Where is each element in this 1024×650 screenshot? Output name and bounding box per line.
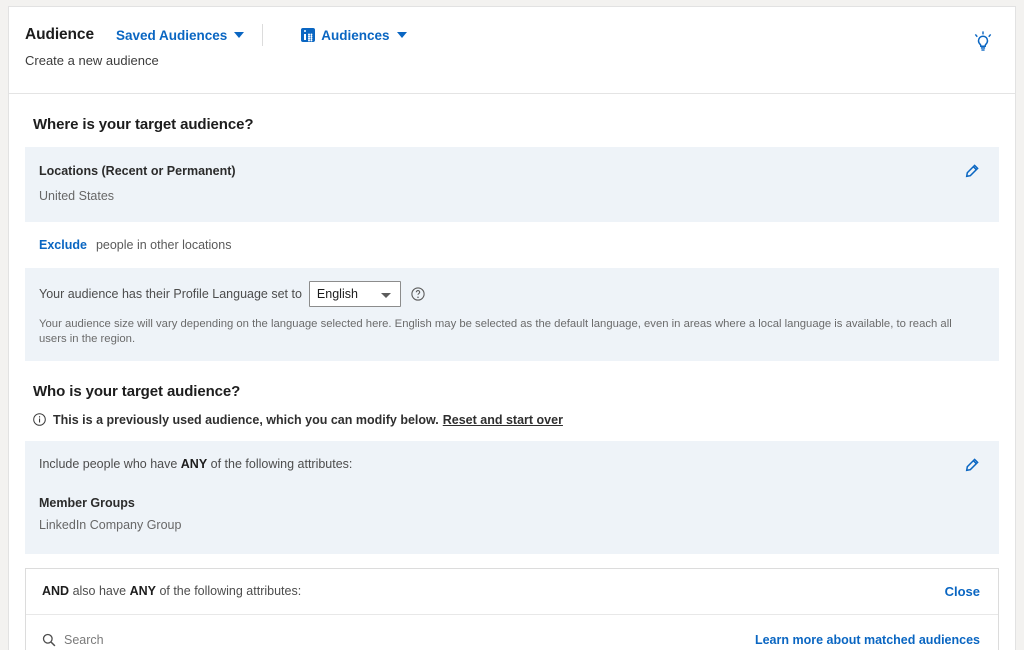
and-mid: also have [69, 584, 129, 598]
saved-audiences-dropdown[interactable]: Saved Audiences [116, 28, 244, 43]
question-circle-icon[interactable] [411, 287, 425, 301]
app-root: Audience Saved Audiences Audiences Creat… [0, 0, 1024, 650]
previous-audience-notice: This is a previously used audience, whic… [33, 413, 999, 427]
header-subtitle: Create a new audience [9, 41, 1015, 68]
language-row: Your audience has their Profile Language… [39, 281, 981, 307]
card-body: Where is your target audience? Locations… [9, 116, 1015, 650]
lightbulb-icon[interactable] [973, 31, 993, 58]
audience-card: Audience Saved Audiences Audiences Creat… [8, 6, 1016, 650]
locations-value: United States [39, 189, 981, 203]
exclude-link[interactable]: Exclude [39, 238, 87, 252]
attribute-category-name: Member Groups [39, 496, 981, 510]
language-select[interactable]: English [309, 281, 401, 307]
exclude-row: Exclude people in other locations [39, 238, 999, 252]
header-divider [262, 24, 263, 46]
saved-audiences-label: Saved Audiences [116, 28, 227, 43]
close-button[interactable]: Close [945, 584, 980, 599]
audiences-dropdown[interactable]: Audiences [301, 28, 406, 43]
audiences-label: Audiences [321, 28, 389, 43]
search-placeholder: Search [64, 633, 104, 647]
language-selected-value: English [317, 287, 358, 301]
attribute-value: LinkedIn Company Group [39, 518, 981, 532]
locations-panel: Locations (Recent or Permanent) United S… [25, 147, 999, 222]
info-circle-icon [33, 413, 46, 426]
page-title: Audience [25, 26, 94, 44]
chevron-down-icon [381, 293, 391, 298]
learn-more-link[interactable]: Learn more about matched audiences [755, 633, 980, 647]
include-prefix: Include people who have [39, 457, 181, 471]
and-any: ANY [130, 584, 156, 598]
edit-locations-pencil-icon[interactable] [964, 164, 979, 184]
and-header-text: AND also have ANY of the following attri… [42, 584, 301, 598]
reset-and-start-over-link[interactable]: Reset and start over [443, 413, 563, 427]
include-attributes-panel: Include people who have ANY of the follo… [25, 441, 999, 554]
search-row: Search Learn more about matched audience… [26, 615, 998, 650]
linkedin-logo-icon [301, 28, 315, 42]
chevron-down-icon [234, 32, 244, 38]
locations-label: Locations (Recent or Permanent) [39, 164, 981, 178]
language-note: Your audience size will vary depending o… [39, 317, 981, 348]
and-prefix: AND [42, 584, 69, 598]
who-section-heading: Who is your target audience? [33, 383, 999, 400]
edit-attributes-pencil-icon[interactable] [964, 458, 979, 478]
search-icon [42, 633, 56, 647]
exclude-description: people in other locations [96, 238, 232, 252]
where-section-heading: Where is your target audience? [33, 116, 999, 133]
include-suffix: of the following attributes: [207, 457, 352, 471]
language-panel: Your audience has their Profile Language… [25, 268, 999, 361]
and-attributes-card: AND also have ANY of the following attri… [25, 568, 999, 650]
notice-text: This is a previously used audience, whic… [53, 413, 439, 427]
include-any: ANY [181, 457, 207, 471]
and-card-header: AND also have ANY of the following attri… [26, 569, 998, 615]
chevron-down-icon [397, 32, 407, 38]
card-header: Audience Saved Audiences Audiences Creat… [9, 7, 1015, 94]
include-attributes-header: Include people who have ANY of the follo… [39, 457, 981, 471]
and-suffix: of the following attributes: [156, 584, 301, 598]
search-input[interactable]: Search [42, 633, 502, 650]
header-top-row: Audience Saved Audiences Audiences [9, 7, 1015, 41]
language-prefix-label: Your audience has their Profile Language… [39, 287, 302, 301]
